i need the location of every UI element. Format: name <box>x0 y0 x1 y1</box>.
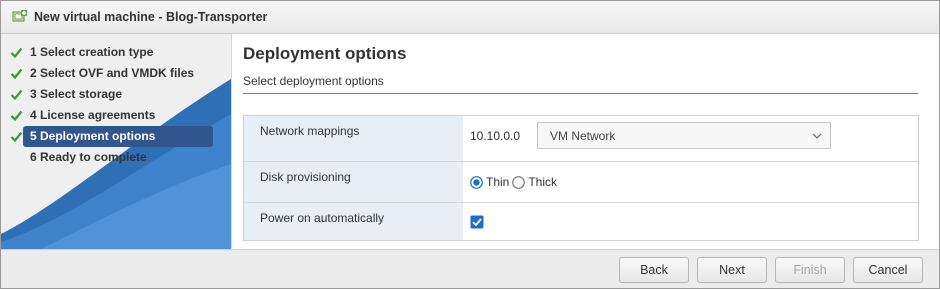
wizard-step-5[interactable]: 5 Deployment options <box>1 126 231 147</box>
radio-thick[interactable] <box>512 175 526 189</box>
network-mappings-value: 10.10.0.0 VM Network <box>463 116 918 161</box>
dropdown-selected-value: VM Network <box>550 129 616 143</box>
wizard-step-3[interactable]: 3 Select storage <box>1 84 231 105</box>
chevron-down-icon <box>812 133 822 139</box>
wizard-steps-panel: 1 Select creation type 2 Select OVF and … <box>1 34 232 249</box>
check-icon <box>10 47 23 59</box>
new-vm-wizard-dialog: New virtual machine - Blog-Transporter 1… <box>0 0 940 289</box>
disk-provisioning-value: Thin Thick <box>463 162 918 202</box>
disk-provisioning-radio-group: Thin Thick <box>470 175 560 189</box>
radio-thin[interactable] <box>470 175 483 189</box>
finish-button[interactable]: Finish <box>775 257 845 283</box>
wizard-step-label: 6 Ready to complete <box>30 150 147 164</box>
deployment-options-table: Network mappings 10.10.0.0 VM Network Di… <box>243 115 919 241</box>
wizard-step-label: 4 License agreements <box>30 108 156 122</box>
power-on-checkbox[interactable] <box>470 215 484 229</box>
check-icon <box>10 89 23 101</box>
main-content: Deployment options Select deployment opt… <box>232 34 939 249</box>
window-title: New virtual machine - Blog-Transporter <box>34 10 268 24</box>
back-button[interactable]: Back <box>619 257 689 283</box>
network-mappings-label: Network mappings <box>244 116 463 161</box>
wizard-step-1[interactable]: 1 Select creation type <box>1 42 231 63</box>
page-subtitle: Select deployment options <box>243 74 384 88</box>
title-bar: New virtual machine - Blog-Transporter <box>1 1 939 34</box>
wizard-step-6[interactable]: 6 Ready to complete <box>1 147 231 168</box>
wizard-footer: Back Next Finish Cancel <box>1 249 939 288</box>
disk-provisioning-row: Disk provisioning Thin Thick <box>244 162 918 203</box>
power-on-row: Power on automatically <box>244 203 918 240</box>
check-icon <box>10 110 23 122</box>
wizard-step-label: 2 Select OVF and VMDK files <box>30 66 195 80</box>
wizard-step-label: 3 Select storage <box>30 87 123 101</box>
cancel-button[interactable]: Cancel <box>853 257 923 283</box>
virtual-machine-icon <box>12 10 27 22</box>
divider <box>243 93 918 94</box>
network-mapping-dropdown[interactable]: VM Network <box>537 122 831 149</box>
check-icon <box>10 131 23 143</box>
check-icon <box>10 68 23 80</box>
network-mappings-row: Network mappings 10.10.0.0 VM Network <box>244 116 918 162</box>
page-title: Deployment options <box>243 44 407 63</box>
next-button[interactable]: Next <box>697 257 767 283</box>
radio-thin-label[interactable]: Thin <box>486 175 509 189</box>
wizard-step-4[interactable]: 4 License agreements <box>1 105 231 126</box>
wizard-step-label: 5 Deployment options <box>30 129 156 143</box>
source-network-name: 10.10.0.0 <box>470 129 521 143</box>
power-on-label: Power on automatically <box>244 203 463 240</box>
wizard-step-list: 1 Select creation type 2 Select OVF and … <box>1 42 231 168</box>
wizard-step-label: 1 Select creation type <box>30 45 154 59</box>
radio-thick-label[interactable]: Thick <box>528 175 557 189</box>
power-on-value <box>463 203 918 240</box>
disk-provisioning-label: Disk provisioning <box>244 162 463 202</box>
wizard-step-2[interactable]: 2 Select OVF and VMDK files <box>1 63 231 84</box>
